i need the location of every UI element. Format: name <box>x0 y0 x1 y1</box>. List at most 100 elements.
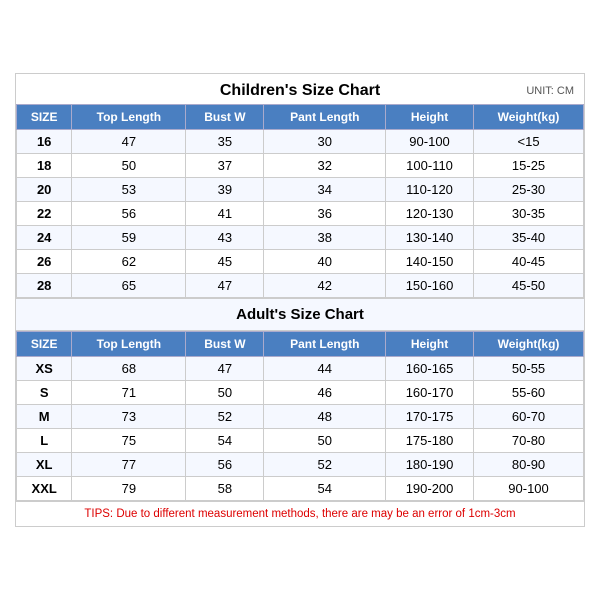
table-cell: 75 <box>72 429 186 453</box>
table-cell: S <box>17 381 72 405</box>
table-row: 24594338130-14035-40 <box>17 226 584 250</box>
adults-table: SIZE Top Length Bust W Pant Length Heigh… <box>16 331 584 501</box>
table-cell: 175-180 <box>386 429 474 453</box>
table-cell: 50 <box>72 154 186 178</box>
table-cell: 55-60 <box>474 381 584 405</box>
tips-text: TIPS: Due to different measurement metho… <box>84 508 515 520</box>
table-cell: 56 <box>186 453 264 477</box>
table-cell: 46 <box>264 381 386 405</box>
table-cell: 50-55 <box>474 357 584 381</box>
table-cell: 45-50 <box>474 274 584 298</box>
table-cell: 28 <box>17 274 72 298</box>
unit-label: UNIT: CM <box>526 85 574 97</box>
children-col-weight: Weight(kg) <box>474 105 584 130</box>
table-cell: 110-120 <box>386 178 474 202</box>
table-cell: 53 <box>72 178 186 202</box>
table-cell: 39 <box>186 178 264 202</box>
adults-tbody: XS684744160-16550-55S715046160-17055-60M… <box>17 357 584 501</box>
table-cell: 68 <box>72 357 186 381</box>
table-cell: 25-30 <box>474 178 584 202</box>
adults-col-bust: Bust W <box>186 332 264 357</box>
table-cell: 170-175 <box>386 405 474 429</box>
table-cell: 47 <box>72 130 186 154</box>
table-cell: 160-170 <box>386 381 474 405</box>
table-cell: 70-80 <box>474 429 584 453</box>
tips-row: TIPS: Due to different measurement metho… <box>16 501 584 526</box>
table-cell: 120-130 <box>386 202 474 226</box>
table-cell: XXL <box>17 477 72 501</box>
table-row: XS684744160-16550-55 <box>17 357 584 381</box>
table-cell: 35-40 <box>474 226 584 250</box>
table-cell: XS <box>17 357 72 381</box>
table-cell: 22 <box>17 202 72 226</box>
size-chart-container: Children's Size Chart UNIT: CM SIZE Top … <box>15 73 585 527</box>
table-cell: 90-100 <box>386 130 474 154</box>
adults-col-weight: Weight(kg) <box>474 332 584 357</box>
table-cell: 77 <box>72 453 186 477</box>
table-cell: M <box>17 405 72 429</box>
adults-section-table: Adult's Size Chart <box>16 298 584 331</box>
table-cell: 40 <box>264 250 386 274</box>
table-cell: 130-140 <box>386 226 474 250</box>
main-title: Children's Size Chart <box>220 82 380 100</box>
table-cell: 60-70 <box>474 405 584 429</box>
children-header-row: SIZE Top Length Bust W Pant Length Heigh… <box>17 105 584 130</box>
table-cell: 44 <box>264 357 386 381</box>
children-col-bust: Bust W <box>186 105 264 130</box>
table-row: 20533934110-12025-30 <box>17 178 584 202</box>
adults-title: Adult's Size Chart <box>16 299 584 331</box>
table-cell: 50 <box>186 381 264 405</box>
table-cell: 54 <box>264 477 386 501</box>
table-cell: 58 <box>186 477 264 501</box>
adults-header-row: SIZE Top Length Bust W Pant Length Heigh… <box>17 332 584 357</box>
table-cell: 71 <box>72 381 186 405</box>
table-cell: 50 <box>264 429 386 453</box>
table-row: XL775652180-19080-90 <box>17 453 584 477</box>
table-cell: 54 <box>186 429 264 453</box>
table-cell: 140-150 <box>386 250 474 274</box>
adults-col-height: Height <box>386 332 474 357</box>
table-cell: 59 <box>72 226 186 250</box>
children-tbody: 1647353090-100<1518503732100-11015-25205… <box>17 130 584 298</box>
adults-col-top-length: Top Length <box>72 332 186 357</box>
main-title-row: Children's Size Chart UNIT: CM <box>16 74 584 104</box>
table-cell: 45 <box>186 250 264 274</box>
table-cell: 16 <box>17 130 72 154</box>
table-cell: 62 <box>72 250 186 274</box>
table-row: M735248170-17560-70 <box>17 405 584 429</box>
table-cell: 30-35 <box>474 202 584 226</box>
adults-col-pant: Pant Length <box>264 332 386 357</box>
table-cell: 47 <box>186 357 264 381</box>
table-cell: 100-110 <box>386 154 474 178</box>
children-col-size: SIZE <box>17 105 72 130</box>
table-cell: 42 <box>264 274 386 298</box>
adults-col-size: SIZE <box>17 332 72 357</box>
adults-title-row: Adult's Size Chart <box>16 299 584 331</box>
table-cell: 15-25 <box>474 154 584 178</box>
table-cell: 65 <box>72 274 186 298</box>
table-cell: 79 <box>72 477 186 501</box>
table-cell: 38 <box>264 226 386 250</box>
table-cell: L <box>17 429 72 453</box>
table-cell: 43 <box>186 226 264 250</box>
table-cell: 24 <box>17 226 72 250</box>
table-cell: 35 <box>186 130 264 154</box>
table-cell: 40-45 <box>474 250 584 274</box>
table-cell: 73 <box>72 405 186 429</box>
table-row: L755450175-18070-80 <box>17 429 584 453</box>
table-cell: 47 <box>186 274 264 298</box>
table-row: 18503732100-11015-25 <box>17 154 584 178</box>
table-cell: 160-165 <box>386 357 474 381</box>
table-cell: 48 <box>264 405 386 429</box>
table-cell: 52 <box>264 453 386 477</box>
table-cell: 180-190 <box>386 453 474 477</box>
table-cell: 32 <box>264 154 386 178</box>
table-cell: 90-100 <box>474 477 584 501</box>
children-col-pant: Pant Length <box>264 105 386 130</box>
children-col-top-length: Top Length <box>72 105 186 130</box>
table-row: 28654742150-16045-50 <box>17 274 584 298</box>
table-cell: 52 <box>186 405 264 429</box>
table-cell: 34 <box>264 178 386 202</box>
table-cell: 150-160 <box>386 274 474 298</box>
table-cell: 80-90 <box>474 453 584 477</box>
